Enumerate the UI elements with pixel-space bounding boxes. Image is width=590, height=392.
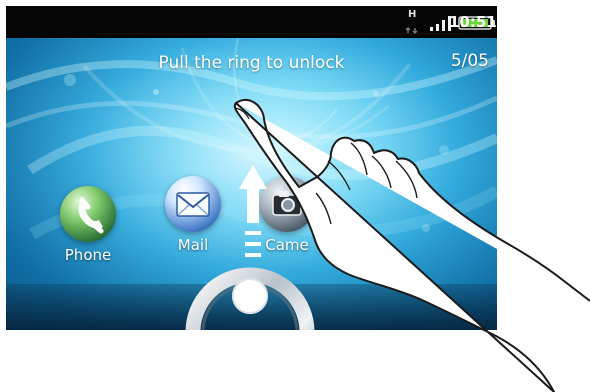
phone-handset-icon xyxy=(78,197,104,234)
network-type-label: H xyxy=(408,9,417,20)
phone-label: Phone xyxy=(64,246,112,264)
lock-screen-illustration: H 10:51 Pull the ring to unlock 5/05 Pho… xyxy=(0,0,590,392)
status-time: 10:51 xyxy=(449,13,497,31)
pointing-hand-icon xyxy=(233,98,590,392)
unlock-instruction: Pull the ring to unlock xyxy=(158,53,345,73)
mail-icon xyxy=(165,176,221,232)
phone-shortcut[interactable]: Phone xyxy=(48,186,128,264)
envelope-icon xyxy=(176,192,210,217)
status-bar: H 10:51 xyxy=(6,6,497,38)
lock-date: 5/05 xyxy=(450,51,489,71)
network-transfer-icon: H xyxy=(404,9,422,35)
phone-icon xyxy=(60,186,116,242)
